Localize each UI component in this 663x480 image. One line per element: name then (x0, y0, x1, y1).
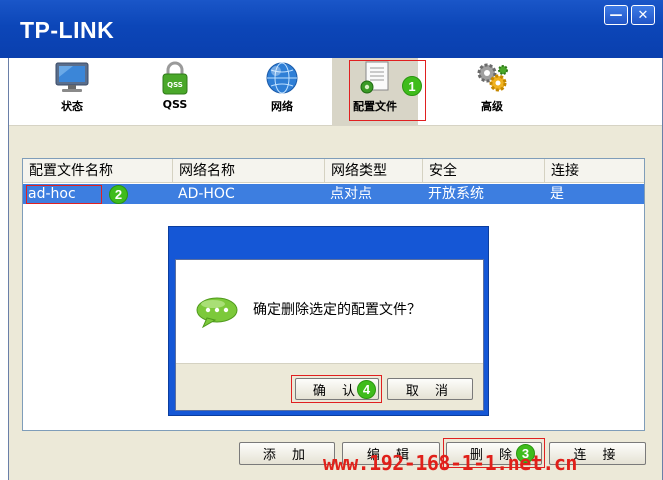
tab-status-label: 状态 (61, 100, 83, 113)
tab-network-label: 网络 (271, 100, 293, 113)
monitor-icon (53, 61, 91, 95)
speech-bubble-icon (195, 296, 239, 332)
brand-logo: TP-LINK (20, 17, 115, 43)
globe-icon (263, 61, 301, 95)
main-toolbar: 状态 QSS QSS 网络 配置文件 高级 (9, 58, 662, 126)
add-button[interactable]: 添 加 (239, 442, 335, 465)
step-badge-4: 4 (357, 380, 376, 399)
close-icon: ✕ (637, 7, 649, 23)
security-cell: 开放系统 (428, 186, 484, 202)
column-header-profile-name[interactable]: 配置文件名称 (23, 159, 173, 183)
cancel-button[interactable]: 取 消 (387, 378, 473, 400)
profile-list-header: 配置文件名称 网络名称 网络类型 安全 连接 (23, 159, 644, 183)
close-button[interactable]: ✕ (631, 5, 655, 25)
connected-cell: 是 (550, 186, 564, 202)
profile-name-highlight (26, 185, 102, 204)
column-header-ssid[interactable]: 网络名称 (173, 159, 325, 183)
gears-icon (473, 61, 511, 95)
ssid-cell: AD-HOC (178, 186, 235, 202)
minimize-button[interactable]: — (604, 5, 628, 25)
title-bar: TP-LINK — ✕ (0, 0, 663, 58)
column-header-network-type[interactable]: 网络类型 (325, 159, 423, 183)
tab-qss[interactable]: QSS QSS (132, 58, 218, 126)
column-header-connected[interactable]: 连接 (545, 159, 644, 183)
svg-text:QSS: QSS (167, 81, 183, 89)
minimize-icon: — (609, 7, 623, 23)
dialog-message: 确定删除选定的配置文件？ (253, 302, 421, 318)
qss-lock-icon: QSS (156, 61, 194, 95)
tab-qss-label: QSS (162, 98, 188, 111)
tab-advanced-label: 高级 (481, 100, 503, 113)
step-badge-2: 2 (109, 185, 128, 204)
column-header-security[interactable]: 安全 (423, 159, 545, 183)
tab-advanced[interactable]: 高级 (449, 58, 535, 126)
network-type-cell: 点对点 (330, 186, 372, 202)
watermark-url: www.192-168-1-1.net.cn (323, 451, 577, 475)
step-badge-1: 1 (402, 76, 422, 96)
tab-status[interactable]: 状态 (29, 58, 115, 126)
tab-network[interactable]: 网络 (239, 58, 325, 126)
